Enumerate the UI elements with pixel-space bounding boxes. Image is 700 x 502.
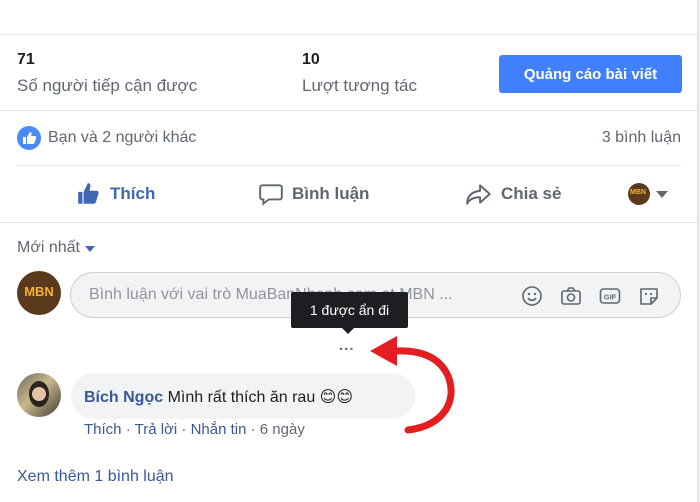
separator: · (250, 421, 256, 438)
caret-down-icon (656, 191, 668, 198)
comment-text: Mình rất thích ăn rau (167, 389, 316, 406)
gif-icon[interactable]: GIF (599, 285, 621, 307)
hidden-comments-tooltip: 1 được ẩn đi (291, 292, 408, 328)
speech-bubble-icon (259, 184, 283, 206)
divider (0, 222, 697, 223)
commenter-avatar[interactable] (17, 373, 61, 417)
share-button[interactable]: Chia sẻ (465, 176, 561, 212)
comment-button[interactable]: Bình luận (258, 176, 369, 212)
like-button[interactable]: Thích (76, 176, 155, 212)
sort-selector[interactable]: Mới nhất (17, 239, 95, 257)
comment-like-link[interactable]: Thích (84, 421, 122, 438)
comment-count[interactable]: 3 bình luận (602, 129, 681, 147)
svg-text:GIF: GIF (604, 293, 617, 302)
reaction-summary[interactable]: Bạn và 2 người khác (48, 129, 196, 147)
separator: · (181, 421, 187, 438)
caret-down-icon (84, 246, 95, 252)
comment-message-link[interactable]: Nhắn tin (191, 421, 247, 438)
reach-count: 71 (17, 51, 35, 68)
like-label: Thích (110, 184, 156, 203)
engagement-count: 10 (302, 51, 320, 68)
share-label: Chia sẻ (501, 184, 562, 203)
camera-icon[interactable] (560, 285, 582, 307)
emoji-icon[interactable] (521, 285, 543, 307)
comment-placeholder: Bình luận với vai trò MuaBanNhanh.com at… (89, 286, 453, 303)
comment-reply-link[interactable]: Trả lời (135, 421, 178, 438)
page-avatar: MBN (17, 271, 61, 315)
sticker-icon[interactable] (638, 285, 660, 307)
divider (17, 165, 681, 166)
tooltip-tail (342, 328, 354, 334)
comment-time[interactable]: 6 ngày (260, 421, 305, 438)
thumbs-up-icon (78, 183, 99, 204)
comment-author[interactable]: Bích Ngọc (84, 389, 163, 406)
comment-label: Bình luận (292, 184, 370, 203)
comment-actions: Thích · Trả lời · Nhắn tin · 6 ngày (84, 421, 305, 438)
post-card: 71 Số người tiếp cận được 10 Lượt tương … (0, 0, 698, 502)
divider (0, 110, 697, 111)
page-avatar-small: MBN (628, 183, 650, 205)
see-more-comments-link[interactable]: Xem thêm 1 bình luận (17, 468, 174, 486)
divider (0, 34, 697, 35)
like-reaction-icon[interactable] (17, 126, 41, 150)
comment-bubble: Bích Ngọc Mình rất thích ăn rau 😊😊 (71, 373, 415, 419)
reach-label: Số người tiếp cận được (17, 76, 198, 95)
separator: · (125, 421, 131, 438)
sort-label: Mới nhất (17, 239, 80, 256)
share-arrow-icon (466, 184, 491, 205)
boost-post-button[interactable]: Quảng cáo bài viết (499, 55, 682, 93)
engagement-label: Lượt tương tác (302, 76, 417, 95)
hidden-comments-dots[interactable]: ... (339, 337, 355, 354)
smiley-emoji-icon: 😊😊 (319, 389, 354, 406)
post-as-selector[interactable]: MBN (628, 183, 672, 205)
